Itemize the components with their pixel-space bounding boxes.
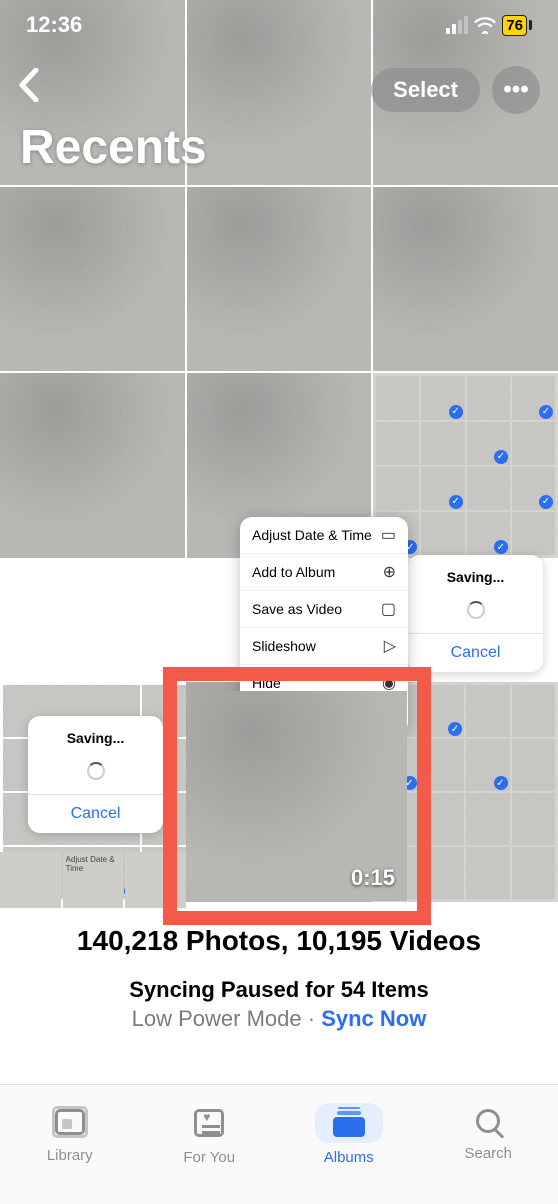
more-button[interactable]: •••: [492, 66, 540, 114]
for-you-icon: [194, 1109, 224, 1137]
menu-item-label: Slideshow: [252, 638, 316, 654]
chevron-left-icon: [18, 68, 40, 102]
power-mode-label: Low Power Mode: [132, 1006, 302, 1031]
saving-popover: Saving... Cancel: [408, 555, 543, 672]
battery-percent: 76: [502, 15, 527, 36]
tab-library[interactable]: Library: [0, 1085, 140, 1204]
status-time: 12:36: [26, 12, 82, 38]
tab-label: For You: [183, 1149, 235, 1166]
spinner-icon: [467, 601, 485, 619]
tab-bar: Library For You Albums Search: [0, 1084, 558, 1204]
album-add-icon: ⊕: [383, 562, 396, 582]
menu-item-add-to-album[interactable]: Add to Album ⊕: [240, 554, 408, 591]
cellular-signal-icon: [446, 16, 468, 34]
tab-label: Search: [464, 1145, 512, 1162]
sync-now-link[interactable]: Sync Now: [321, 1006, 426, 1031]
sync-status: Syncing Paused for 54 Items: [0, 977, 558, 1003]
mini-thumb[interactable]: [0, 852, 61, 908]
calendar-icon: ▭: [381, 525, 396, 545]
menu-item-label: Save as Video: [252, 601, 342, 617]
photo-video-count: 140,218 Photos, 10,195 Videos: [0, 925, 558, 957]
albums-icon: [333, 1109, 365, 1137]
popover-title: Saving...: [408, 569, 543, 601]
cancel-button[interactable]: Cancel: [28, 794, 163, 833]
ellipsis-icon: •••: [503, 76, 528, 104]
photo-thumbnail[interactable]: [0, 373, 185, 558]
menu-item-slideshow[interactable]: Slideshow ▷: [240, 628, 408, 665]
wifi-icon: [474, 16, 496, 34]
tab-label: Albums: [324, 1149, 374, 1166]
photo-thumbnail[interactable]: [0, 187, 185, 372]
album-summary: 140,218 Photos, 10,195 Videos Syncing Pa…: [0, 925, 558, 1032]
sync-substatus: Low Power Mode · Sync Now: [0, 1006, 558, 1032]
menu-item-label: Adjust Date & Time: [252, 527, 372, 543]
spinner-icon: [87, 762, 105, 780]
tab-for-you[interactable]: For You: [140, 1085, 280, 1204]
back-button[interactable]: [18, 68, 40, 112]
mini-thumb[interactable]: Adjust Date & Time: [63, 852, 124, 908]
search-icon: [476, 1109, 500, 1133]
menu-item-adjust-date[interactable]: Adjust Date & Time ▭: [240, 517, 408, 554]
album-toolbar: Select •••: [0, 60, 558, 120]
menu-item-save-as-video[interactable]: Save as Video ▢: [240, 591, 408, 628]
photo-grid-row: Adjust Date & Time: [0, 852, 186, 908]
video-icon: ▢: [381, 599, 396, 619]
select-button[interactable]: Select: [371, 68, 480, 112]
library-icon: [55, 1109, 85, 1135]
battery-indicator: 76: [502, 15, 532, 36]
saving-popover: Saving... Cancel: [28, 716, 163, 833]
photo-thumbnail[interactable]: [187, 187, 372, 372]
menu-item-label: Add to Album: [252, 564, 335, 580]
tab-albums[interactable]: Albums: [279, 1085, 419, 1204]
play-rect-icon: ▷: [384, 636, 396, 656]
popover-title: Saving...: [28, 730, 163, 762]
album-title: Recents: [20, 120, 207, 175]
status-bar: 12:36 76: [0, 0, 558, 50]
photo-thumbnail[interactable]: [373, 187, 558, 372]
video-thumbnail[interactable]: 0:15: [187, 691, 407, 901]
highlight-frame: 0:15: [163, 667, 431, 925]
tab-search[interactable]: Search: [419, 1085, 558, 1204]
video-duration: 0:15: [351, 865, 395, 891]
tab-label: Library: [47, 1147, 93, 1164]
